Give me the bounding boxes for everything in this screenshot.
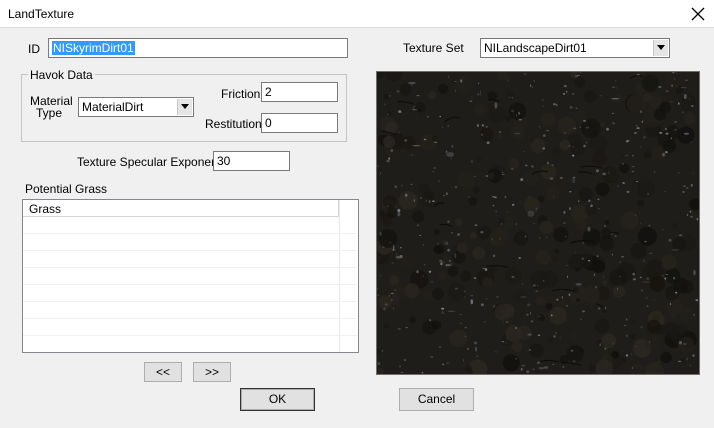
material-type-label-line2: Type	[36, 106, 63, 120]
list-item	[23, 319, 357, 336]
list-item	[23, 268, 357, 285]
restitution-label: Restitution	[205, 117, 262, 131]
texture-preview-image	[377, 72, 699, 374]
title-bar	[0, 0, 714, 28]
list-item	[23, 234, 357, 251]
specular-exponent-label: Texture Specular Exponent	[77, 155, 222, 169]
specular-exponent-input[interactable]: 30	[213, 151, 290, 171]
chevron-down-icon[interactable]	[653, 40, 668, 56]
material-type-dropdown[interactable]: MaterialDirt	[78, 97, 194, 117]
material-type-value: MaterialDirt	[82, 100, 144, 114]
grass-list[interactable]: Grass	[22, 199, 359, 353]
previous-button[interactable]: <<	[144, 362, 182, 382]
id-input[interactable]: NISkyrimDirt01	[48, 38, 348, 58]
ok-button[interactable]: OK	[240, 388, 315, 411]
id-label: ID	[28, 42, 40, 56]
window-title: LandTexture	[8, 7, 75, 21]
list-item	[23, 251, 357, 268]
cancel-button[interactable]: Cancel	[399, 388, 474, 411]
id-input-value: NISkyrimDirt01	[52, 41, 135, 55]
texture-set-dropdown[interactable]: NILandscapeDirt01	[480, 38, 670, 58]
list-item	[23, 217, 357, 234]
potential-grass-label: Potential Grass	[25, 182, 108, 196]
close-icon[interactable]	[688, 4, 708, 24]
grass-column-header[interactable]: Grass	[23, 200, 339, 217]
texture-set-label: Texture Set	[403, 41, 464, 55]
texture-preview	[376, 71, 700, 375]
next-button[interactable]: >>	[193, 362, 231, 382]
list-item	[23, 285, 357, 302]
restitution-input[interactable]: 0	[261, 113, 338, 133]
list-item	[23, 302, 357, 319]
friction-label: Friction	[221, 87, 261, 101]
texture-set-value: NILandscapeDirt01	[484, 41, 587, 55]
havok-data-legend: Havok Data	[28, 68, 95, 82]
chevron-down-icon[interactable]	[177, 99, 192, 115]
grass-column-label: Grass	[29, 202, 62, 216]
friction-input[interactable]: 2	[261, 82, 338, 102]
